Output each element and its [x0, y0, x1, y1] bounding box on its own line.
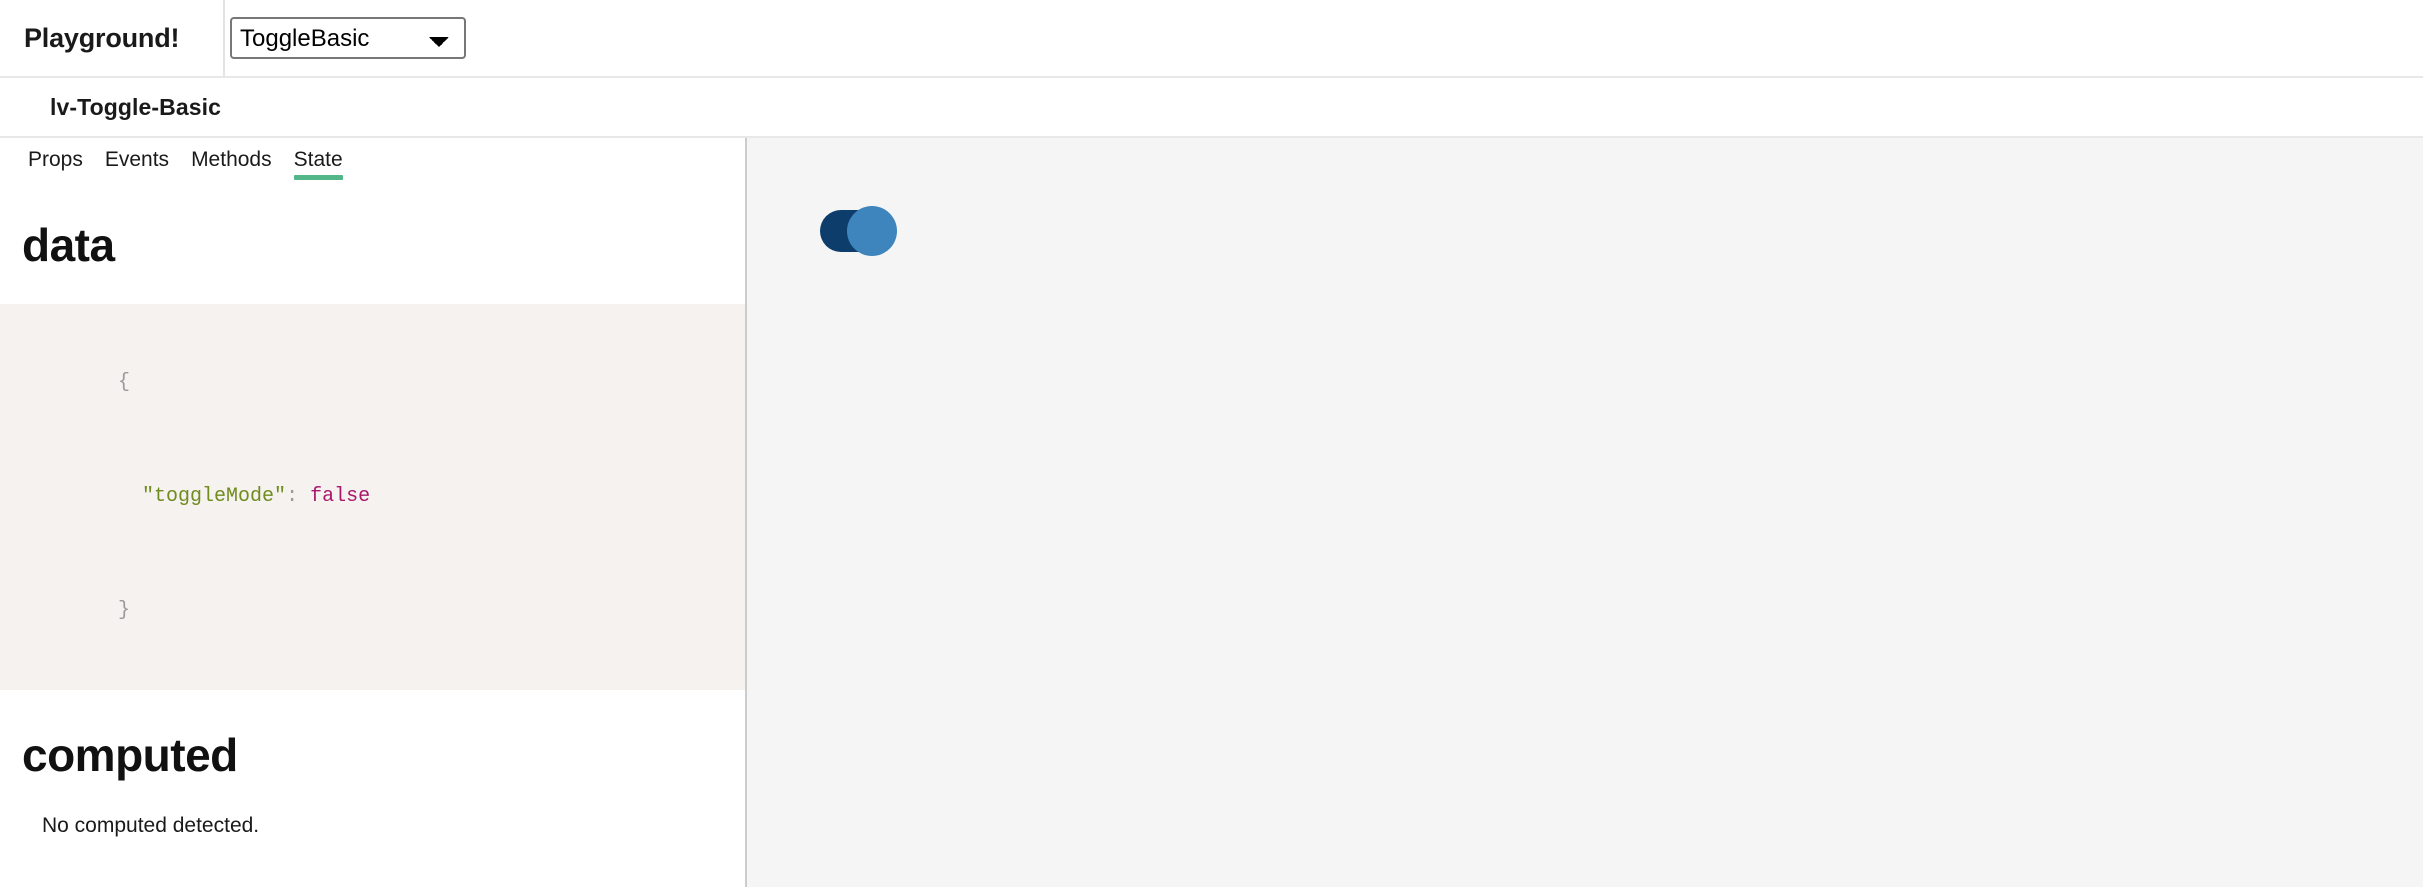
tab-events[interactable]: Events [105, 148, 169, 180]
main-body: Props Events Methods State data { "toggl… [0, 138, 2423, 887]
json-line-close: } [22, 554, 745, 668]
json-line-entry: "toggleMode": false [22, 440, 745, 554]
preview-area [820, 206, 897, 256]
component-name-label: lv-Toggle-Basic [50, 93, 222, 120]
data-section-heading: data [22, 219, 115, 271]
json-line-open: { [22, 326, 745, 440]
computed-empty-message: No computed detected. [42, 814, 260, 837]
toggle-switch[interactable] [820, 206, 897, 256]
computed-section: computed No computed detected. [0, 728, 745, 838]
inspector-panel: Props Events Methods State data { "toggl… [0, 138, 747, 887]
json-close-brace: } [118, 599, 131, 622]
header-select-cell: ToggleBasic [225, 17, 466, 59]
json-key: "toggleMode" [142, 485, 287, 508]
json-value: false [310, 485, 371, 508]
app-header: Playground! ToggleBasic [0, 0, 2423, 78]
data-section: data [0, 218, 745, 272]
preview-panel [747, 138, 2423, 887]
json-colon: : [286, 485, 299, 508]
tab-state[interactable]: State [293, 148, 343, 180]
page-title: Playground! [24, 22, 180, 53]
tab-props[interactable]: Props [28, 148, 83, 180]
component-name-bar: lv-Toggle-Basic [0, 78, 2423, 138]
data-json-block: { "toggleMode": false } [0, 304, 745, 690]
toggle-knob[interactable] [847, 206, 897, 256]
json-open-brace: { [118, 371, 131, 394]
component-select[interactable]: ToggleBasic [230, 17, 466, 59]
tab-methods[interactable]: Methods [191, 148, 272, 180]
computed-section-heading: computed [22, 729, 238, 781]
inspector-tabs: Props Events Methods State [0, 138, 745, 180]
header-title-cell: Playground! [0, 0, 225, 77]
